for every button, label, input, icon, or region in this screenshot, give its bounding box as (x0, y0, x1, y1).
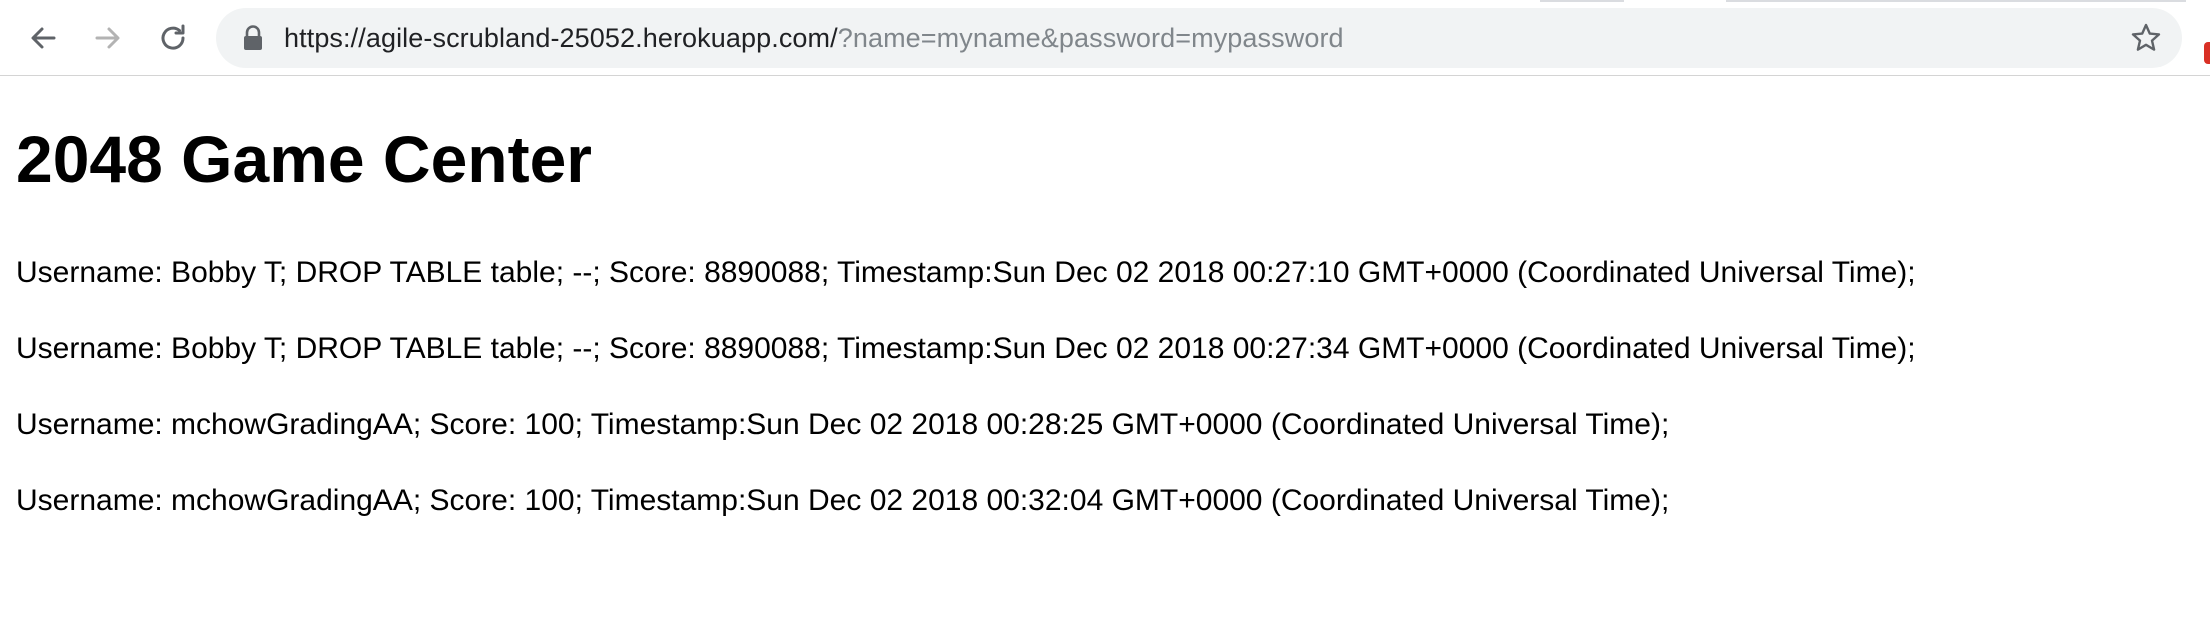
tab-strip-edge (1540, 0, 1624, 2)
forward-button[interactable] (88, 18, 128, 58)
reload-icon (161, 24, 185, 50)
star-icon[interactable] (2130, 22, 2162, 54)
url-text[interactable]: https://agile-scrubland-25052.herokuapp.… (284, 8, 1344, 68)
score-entry: Username: mchowGradingAA; Score: 100; Ti… (16, 408, 1670, 441)
page-title: 2048 Game Center (16, 122, 592, 196)
back-button[interactable] (23, 18, 63, 58)
url-query: ?name=myname&password=mypassword (837, 23, 1344, 53)
score-entry: Username: mchowGradingAA; Score: 100; Ti… (16, 484, 1670, 517)
arrow-left-icon (31, 27, 56, 49)
extension-badge[interactable] (2204, 42, 2210, 64)
url-host: https://agile-scrubland-25052.herokuapp.… (284, 23, 838, 53)
address-bar[interactable]: https://agile-scrubland-25052.herokuapp.… (216, 8, 2182, 68)
browser-toolbar: https://agile-scrubland-25052.herokuapp.… (0, 0, 2210, 76)
arrow-right-icon (95, 27, 120, 49)
reload-button[interactable] (153, 18, 193, 58)
score-entry: Username: Bobby T; DROP TABLE table; --;… (16, 256, 1916, 289)
score-entry: Username: Bobby T; DROP TABLE table; --;… (16, 332, 1916, 365)
lock-icon[interactable] (242, 25, 264, 51)
tab-strip-edge (1726, 0, 2186, 2)
